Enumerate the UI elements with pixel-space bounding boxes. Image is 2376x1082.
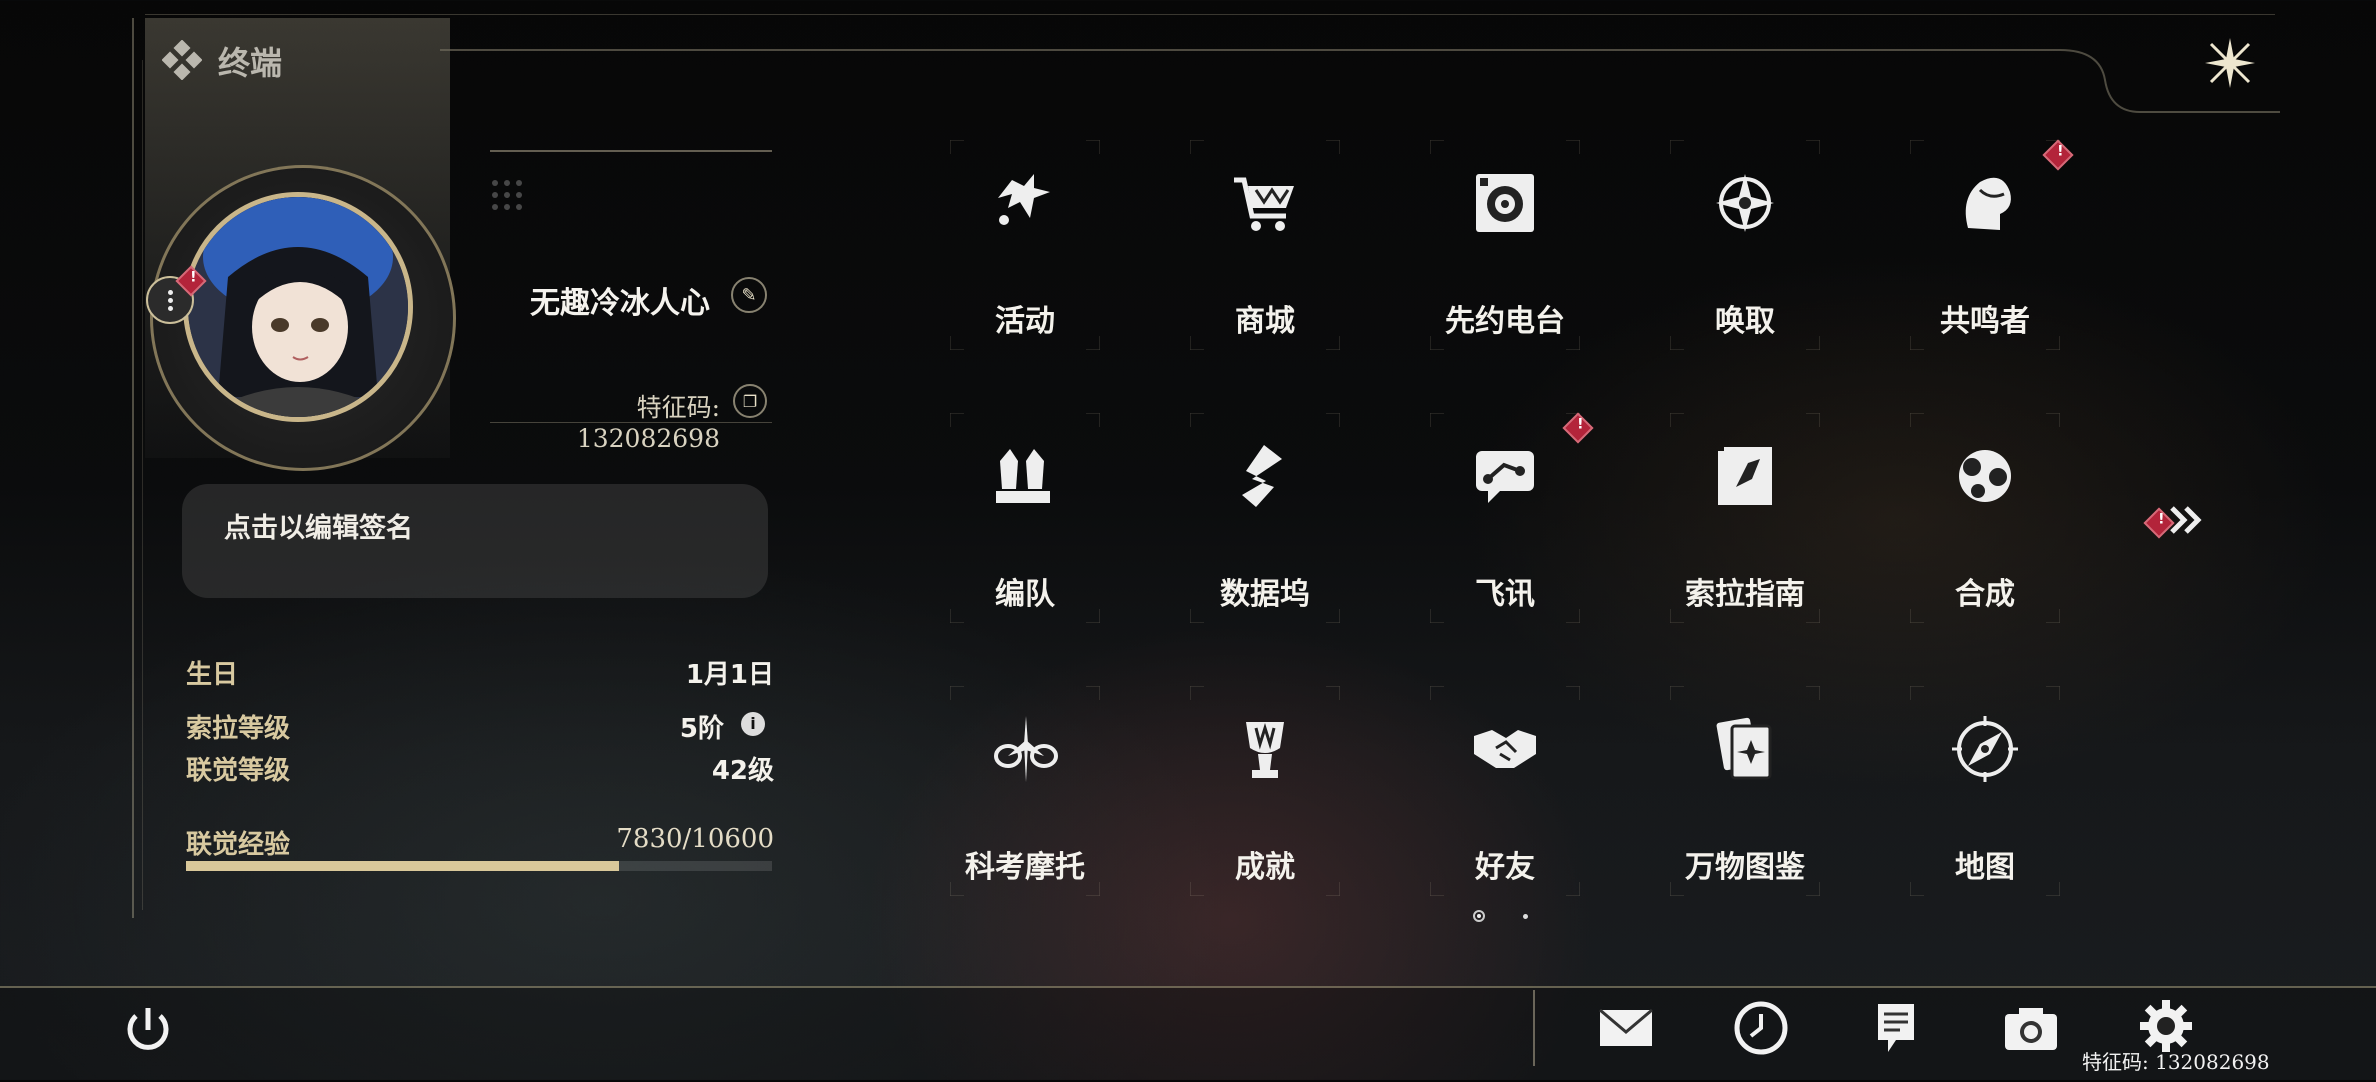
frame-top-line [145,14,2275,15]
union-exp-label: 联觉经验 [186,830,291,860]
camera-icon[interactable] [2001,998,2061,1058]
mail-icon[interactable] [1596,998,1656,1058]
frame-left-inner-line [142,60,143,910]
menu-label: 数据坞 [1220,577,1310,612]
menu-tile-shop-cart[interactable]: 商城 [1190,140,1340,350]
menu-tile-synthesis[interactable]: 合成 [1910,413,2060,623]
message-icon [1476,451,1534,503]
union-exp-value: 7830/10600 [616,824,774,854]
menu-tile-trophy[interactable]: 成就 [1190,686,1340,896]
menu-tile-message[interactable]: 飞讯 [1430,412,1594,623]
menu-label: 活动 [995,304,1055,339]
guidebook-icon [1718,447,1772,505]
menu-tile-motorcycle[interactable]: 科考摩托 [950,686,1100,896]
menu-label: 地图 [1955,850,2015,885]
id-divider [490,422,772,423]
convene-icon [1716,174,1774,232]
edit-name-button[interactable]: ✎ [731,277,767,313]
card-collection-icon [1716,717,1772,780]
birthday-label: 生日 [186,660,239,690]
notes-icon[interactable] [1866,998,1926,1058]
menu-label: 共鸣者 [1940,304,2030,339]
close-star-icon[interactable] [2203,36,2257,90]
events-icon [998,174,1050,225]
power-icon[interactable] [118,1000,178,1060]
frame-left-line [132,18,134,918]
footer-player-id: 特征码: 132082698 [2082,1050,2270,1074]
birthday-value: 1月1日 [685,660,774,690]
sola-level-value: 5阶 [679,714,724,744]
next-page-arrow-icon[interactable] [2168,502,2204,538]
copy-id-button[interactable]: ❐ [733,384,767,418]
menu-label: 好友 [1475,850,1535,885]
menu-label: 合成 [1955,577,2015,612]
motorcycle-icon [994,716,1058,782]
page-dot-2[interactable] [1523,914,1528,919]
menu-tile-resonator[interactable]: 共鸣者 [1910,139,2074,350]
header-divider [440,49,2280,113]
menu-tile-convene[interactable]: 唤取 [1670,140,1820,350]
bottom-divider [1533,990,1535,1066]
union-level-value: 42级 [711,756,774,786]
page-dot-1[interactable] [1473,910,1485,922]
union-exp-bar-fill [186,861,619,871]
union-level-label: 联觉等级 [186,756,291,786]
menu-tile-compass-map[interactable]: 地图 [1910,686,2060,896]
menu-label: 万物图鉴 [1685,850,1805,885]
sola-level-label: 索拉等级 [186,714,291,744]
menu-label: 成就 [1235,850,1295,885]
menu-label: 科考摩托 [965,850,1085,885]
union-exp-bar [186,861,772,871]
shop-cart-icon [1234,177,1294,231]
menu-tile-handshake[interactable]: 好友 [1430,686,1580,896]
data-bank-icon [1242,445,1282,507]
player-name: 无趣冷冰人心 [530,286,710,321]
copy-icon: ❐ [742,391,758,411]
dot-grid-decoration [490,178,536,224]
radio-icon [1476,174,1534,232]
menu-tile-data-bank[interactable]: 数据坞 [1190,413,1340,623]
menu-label: 唤取 [1715,304,1775,339]
menu-tile-events[interactable]: 活动 [950,140,1100,350]
profile-divider [490,150,772,152]
menu-label: 先约电台 [1445,304,1565,339]
menu-tile-radio[interactable]: 先约电台 [1430,140,1580,350]
trophy-icon [1246,722,1284,778]
handshake-icon [1474,730,1536,768]
clock-icon[interactable] [1731,998,1791,1058]
menu-label: 飞讯 [1475,577,1535,612]
signature-placeholder: 点击以编辑签名 [224,513,413,544]
player-id: 特征码: 132082698 [576,393,720,453]
menu-label: 索拉指南 [1685,577,1805,612]
team-icon [996,449,1050,503]
menu-label: 商城 [1235,304,1295,339]
avatar[interactable] [183,192,413,422]
info-icon[interactable]: i [741,712,765,736]
pencil-icon: ✎ [741,284,757,306]
menu-tile-card-collection[interactable]: 万物图鉴 [1670,686,1820,896]
menu-label: 编队 [995,577,1055,612]
compass-map-icon [1952,716,2018,782]
resonator-icon [1965,177,2011,230]
menu-tile-guidebook[interactable]: 索拉指南 [1670,413,1820,623]
synthesis-icon [1959,450,2011,502]
menu-tile-team[interactable]: 编队 [950,413,1100,623]
